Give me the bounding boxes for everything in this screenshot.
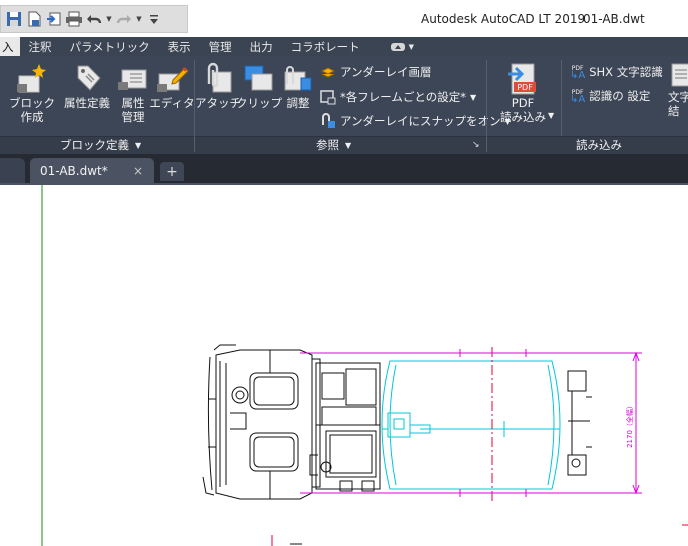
adjust-label: 調整	[286, 96, 310, 110]
document-title: 01-AB.dwt	[583, 12, 645, 26]
block-definition-label: ブロック定義	[60, 138, 129, 152]
pdf-import-label-2: 読み込み	[500, 110, 546, 124]
combine-text-button[interactable]: 文字 結	[668, 62, 688, 118]
create-block-label-2: 作成	[20, 110, 44, 124]
undo-dropdown-icon[interactable]: ▼	[105, 9, 113, 29]
adjust-icon	[284, 66, 312, 91]
frame-icon	[320, 90, 336, 105]
clip-icon	[244, 65, 273, 91]
start-tab[interactable]	[0, 158, 25, 184]
frames-setting-label: *各フレームごとの設定*	[340, 90, 467, 104]
recognition-settings-icon: PDF ↳A	[570, 89, 586, 105]
attribute-manage-label-1: 属性	[121, 96, 145, 110]
paperclip-icon	[207, 62, 232, 93]
create-block-button[interactable]: ブロック 作成	[9, 62, 55, 124]
adjust-button[interactable]: 調整	[280, 62, 316, 110]
snap-icon	[322, 113, 335, 128]
drawing-svg: 2170（全幅）	[41, 185, 688, 546]
panel-divider	[486, 60, 487, 152]
tab-annotate[interactable]: 注釈	[20, 37, 61, 56]
chevron-down-icon[interactable]: ▼	[548, 111, 554, 120]
pdf-import-icon: PDF	[508, 63, 536, 95]
attribute-definition-button[interactable]: 属性定義	[62, 62, 112, 110]
pdf-icon-text: PDF	[517, 83, 533, 92]
tab-collaborate[interactable]: コラボレート	[282, 37, 369, 56]
tab-output[interactable]: 出力	[241, 37, 282, 56]
import-label: 読み込み	[576, 138, 622, 152]
block-editor-icon	[157, 67, 189, 92]
snap-underlay-label: アンダーレイにスナップをオン	[340, 114, 501, 128]
title-bar: ▼ ▼ Autodesk AutoCAD LT 2019 01-AB.dwt	[0, 0, 688, 37]
shx-text-recognition-label: SHX 文字認識	[589, 65, 663, 79]
redo-dropdown-icon[interactable]: ▼	[135, 9, 143, 29]
width-dimension	[300, 349, 642, 497]
ribbon-minimize-toggle[interactable]: ▼	[369, 37, 414, 56]
create-block-label-1: ブロック	[9, 96, 55, 110]
dimension-text: 2170（全幅）	[625, 402, 634, 448]
undo-icon[interactable]	[85, 9, 103, 29]
quick-access-toolbar: ▼ ▼	[0, 5, 188, 33]
close-icon[interactable]: ×	[133, 164, 143, 178]
chevron-down-icon: ▼	[135, 140, 142, 150]
tab-manage[interactable]: 管理	[200, 37, 241, 56]
block-editor-button[interactable]: エディタ	[149, 62, 195, 110]
tab-insert[interactable]: 入	[0, 37, 20, 56]
attribute-definition-label: 属性定義	[64, 96, 110, 110]
new-tab-button[interactable]: +	[160, 162, 184, 181]
attribute-manage-label-2: 管理	[121, 110, 145, 124]
block-editor-label: エディタ	[149, 96, 195, 110]
redo-icon[interactable]	[115, 9, 133, 29]
underlay-layers-label: アンダーレイ画層	[340, 65, 432, 79]
recognition-settings-button[interactable]: PDF ↳A 認識の 設定	[570, 88, 651, 105]
reference-label: 参照	[316, 138, 339, 152]
drawing-canvas[interactable]: 2170（全幅）	[0, 185, 688, 546]
file-tab-active[interactable]: 01-AB.dwt* ×	[30, 158, 154, 184]
layers-icon	[320, 67, 336, 78]
save-icon[interactable]	[5, 9, 23, 29]
combine-text-label-2: 結	[668, 104, 680, 118]
attach-button[interactable]: アタッチ	[195, 62, 241, 110]
frames-setting-dropdown[interactable]: *各フレームごとの設定* ▼	[320, 89, 476, 105]
ribbon-tab-bar: 入 注釈 パラメトリック 表示 管理 出力 コラボレート ▼	[0, 37, 688, 56]
shx-recognition-icon: PDF ↳A	[570, 65, 586, 81]
file-tab-name: 01-AB.dwt*	[40, 164, 108, 178]
recognition-settings-label: 認識の 設定	[589, 89, 651, 103]
chevron-down-icon: ▼	[408, 42, 415, 51]
tab-view[interactable]: 表示	[159, 37, 200, 56]
combine-text-label-1: 文字	[668, 90, 688, 104]
print-icon[interactable]	[65, 9, 83, 29]
shx-text-recognition-button[interactable]: PDF ↳A SHX 文字認識	[570, 64, 663, 81]
pdf-import-button[interactable]: PDF PDF 読み込み	[494, 62, 552, 124]
panel-divider	[561, 60, 562, 136]
snap-underlay-dropdown[interactable]: アンダーレイにスナップをオン ▼	[320, 113, 511, 129]
import-panel-title: 読み込み	[576, 137, 622, 153]
attribute-manage-button[interactable]: 属性 管理	[114, 62, 152, 124]
collapse-icon	[390, 42, 405, 51]
combine-text-icon	[671, 63, 688, 87]
attach-label: アタッチ	[195, 96, 241, 110]
customize-icon[interactable]	[145, 9, 163, 29]
tab-parametric[interactable]: パラメトリック	[61, 37, 159, 56]
reference-panel-title[interactable]: 参照 ▼	[316, 137, 351, 153]
clip-button[interactable]: クリップ	[236, 62, 282, 110]
add-icon: +	[166, 163, 178, 180]
block-definition-panel-title[interactable]: ブロック定義 ▼	[60, 137, 141, 153]
truck-cab	[202, 344, 321, 500]
chevron-down-icon: ▼	[470, 92, 477, 102]
tank	[381, 360, 561, 490]
create-block-icon	[17, 64, 46, 93]
app-title: Autodesk AutoCAD LT 2019	[421, 12, 586, 26]
save-as-icon[interactable]	[25, 9, 43, 29]
export-icon[interactable]	[45, 9, 63, 29]
clip-label: クリップ	[236, 96, 282, 110]
chevron-down-icon: ▼	[345, 140, 352, 150]
truck-rear	[567, 370, 592, 476]
pdf-import-label-1: PDF	[511, 96, 535, 110]
tag-icon	[77, 65, 101, 91]
underlay-layers-button[interactable]: アンダーレイ画層	[320, 64, 432, 80]
attribute-manager-icon	[118, 69, 147, 90]
dialog-launcher-icon[interactable]: ↘	[472, 140, 480, 150]
